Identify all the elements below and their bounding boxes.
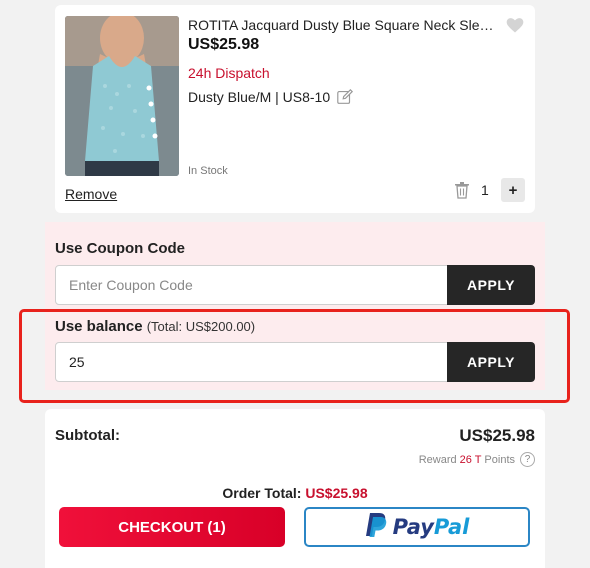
heart-icon[interactable] xyxy=(505,15,525,35)
coupon-input[interactable] xyxy=(55,265,448,305)
checkout-button[interactable]: CHECKOUT (1) xyxy=(59,507,285,547)
edit-icon[interactable] xyxy=(336,88,354,106)
remove-link[interactable]: Remove xyxy=(65,186,117,202)
reward-points-value: 26 T xyxy=(459,453,482,466)
subtotal-label: Subtotal: xyxy=(55,427,120,444)
quantity-value: 1 xyxy=(481,182,489,198)
product-variant: Dusty Blue/M | US8-10 xyxy=(188,88,354,106)
reward-prefix: Reward xyxy=(418,453,457,466)
balance-input[interactable] xyxy=(55,342,448,382)
product-price: US$25.98 xyxy=(188,36,260,53)
help-icon[interactable]: ? xyxy=(520,452,535,467)
reward-suffix: Points xyxy=(484,453,515,466)
order-total-label: Order Total: xyxy=(222,485,302,501)
coupon-apply-button[interactable]: APPLY xyxy=(447,265,535,305)
order-summary: Subtotal: US$25.98 Reward 26 T Points ? … xyxy=(45,409,545,568)
reward-points: Reward 26 T Points ? xyxy=(419,452,535,467)
dispatch-badge: 24h Dispatch xyxy=(188,65,270,81)
balance-apply-button[interactable]: APPLY xyxy=(447,342,535,382)
balance-label: Use balance (Total: US$200.00) xyxy=(55,318,255,335)
order-total: Order Total: US$25.98 xyxy=(45,485,545,501)
paypal-pal-text: Pal xyxy=(433,515,470,539)
cart-item-card: ROTITA Jacquard Dusty Blue Square Neck S… xyxy=(55,5,535,213)
balance-label-text: Use balance xyxy=(55,318,143,335)
variant-text: Dusty Blue/M | US8-10 xyxy=(188,89,331,105)
plus-icon[interactable]: + xyxy=(501,178,525,202)
stock-status: In Stock xyxy=(188,165,228,177)
paypal-wordmark: PayPal xyxy=(393,515,470,539)
paypal-button[interactable]: PayPal xyxy=(304,507,530,547)
coupon-balance-panel: Use Coupon Code APPLY Use balance (Total… xyxy=(45,222,545,390)
product-title[interactable]: ROTITA Jacquard Dusty Blue Square Neck S… xyxy=(188,17,498,33)
trash-icon[interactable] xyxy=(454,181,470,199)
product-image[interactable] xyxy=(65,16,179,176)
balance-total: (Total: US$200.00) xyxy=(146,319,256,334)
coupon-label: Use Coupon Code xyxy=(55,240,185,257)
paypal-pay-text: Pay xyxy=(392,515,434,539)
order-total-value: US$25.98 xyxy=(305,485,368,501)
paypal-logo-icon xyxy=(365,512,387,543)
subtotal-value: US$25.98 xyxy=(459,426,535,445)
